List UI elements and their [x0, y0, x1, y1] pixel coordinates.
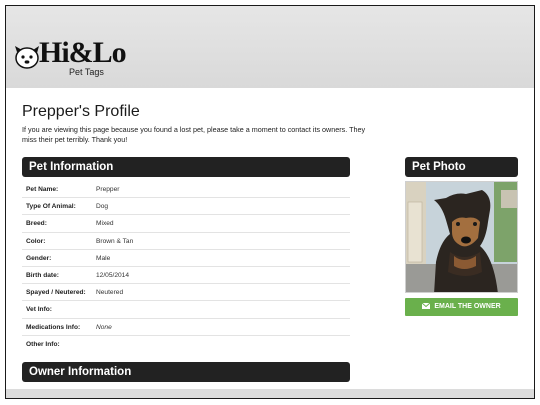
info-row-gender: Gender: Male: [22, 250, 350, 267]
logo-text: Hi&Lo: [39, 36, 127, 69]
info-row-vet-info: Vet Info:: [22, 301, 350, 319]
info-row-spayed-neutered: Spayed / Neutered: Neutered: [22, 284, 350, 302]
browser-page: Hi&Lo Pet Tags Prepper's Profile If you …: [5, 5, 535, 399]
footer-strip: [6, 389, 534, 398]
intro-text: If you are viewing this page because you…: [22, 125, 366, 144]
dog-logo-icon: [15, 46, 39, 69]
info-row-breed: Breed: Mixed: [22, 215, 350, 233]
page-title: Prepper's Profile: [22, 103, 140, 120]
pet-information-heading: Pet Information: [22, 157, 350, 177]
info-row-medications-info: Medications Info: None: [22, 319, 350, 336]
info-value: Prepper: [96, 186, 120, 193]
info-value: Mixed: [96, 220, 114, 228]
email-owner-label: EMAIL THE OWNER: [434, 303, 501, 310]
info-value: Brown & Tan: [96, 237, 134, 245]
info-label: Other Info:: [26, 340, 60, 348]
pet-information-table: Pet Name: Prepper Type Of Animal: Dog Br…: [22, 181, 350, 353]
info-label: Type Of Animal:: [26, 203, 76, 211]
info-row-color: Color: Brown & Tan: [22, 233, 350, 250]
info-label: Vet Info:: [26, 306, 53, 314]
envelope-icon: [422, 303, 431, 309]
info-label: Medications Info:: [26, 323, 81, 331]
info-value: Male: [96, 254, 111, 262]
email-owner-button[interactable]: EMAIL THE OWNER: [405, 298, 518, 316]
info-label: Color:: [26, 237, 46, 245]
info-label: Birth date:: [26, 271, 59, 279]
info-label: Pet Name:: [26, 186, 59, 193]
info-label: Spayed / Neutered:: [26, 289, 86, 297]
info-row-other-info: Other Info:: [22, 336, 350, 353]
info-label: Gender:: [26, 254, 52, 262]
dog-photo-image: [406, 182, 517, 292]
info-value: Dog: [96, 203, 109, 211]
site-header: Hi&Lo Pet Tags: [6, 6, 534, 88]
info-row-birth-date: Birth date: 12/05/2014: [22, 267, 350, 285]
info-label: Breed:: [26, 220, 47, 228]
logo-subtext: Pet Tags: [69, 67, 104, 77]
pet-photo: [405, 181, 518, 293]
info-value: None: [96, 323, 112, 331]
info-row-type-of-animal: Type Of Animal: Dog: [22, 198, 350, 216]
hi-lo-logo[interactable]: Hi&Lo Pet Tags: [13, 36, 133, 80]
pet-photo-heading: Pet Photo: [405, 157, 518, 177]
info-row-pet-name: Pet Name: Prepper: [22, 181, 350, 199]
owner-information-heading: Owner Information: [22, 362, 350, 382]
info-value: 12/05/2014: [96, 271, 130, 279]
info-value: Neutered: [96, 289, 124, 297]
